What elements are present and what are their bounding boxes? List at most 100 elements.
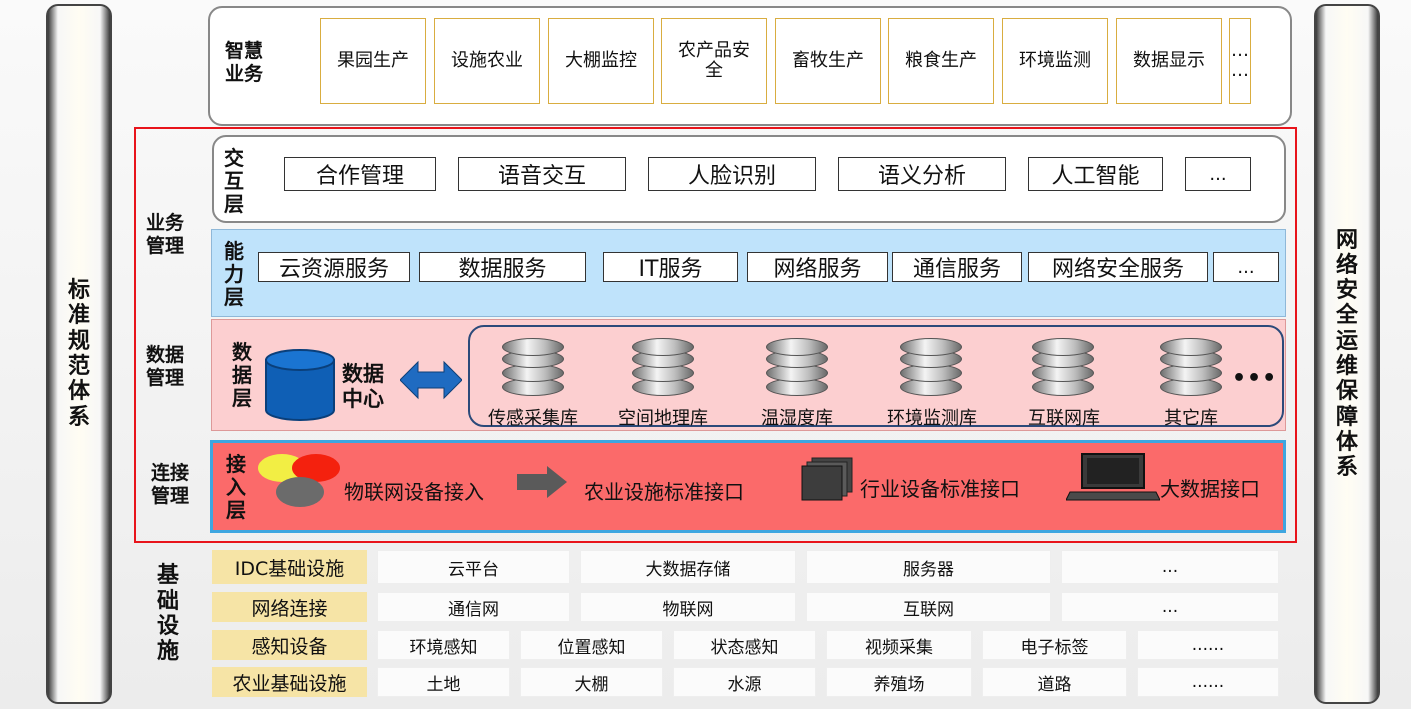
pillar-char: 障 (1335, 404, 1358, 430)
pillar-char: 全 (1335, 303, 1358, 329)
infra-cell: ... (1061, 550, 1279, 584)
database-label: 其它库 (1164, 408, 1218, 429)
pillar-char: 安 (1335, 278, 1358, 304)
pillar-char: 网 (1335, 227, 1358, 253)
label-char: 能 (224, 238, 244, 263)
capability-item-label: 网络安全服务 (1051, 257, 1184, 282)
infra-row-label: 网络连接 (212, 592, 367, 622)
label-char: 层 (226, 497, 246, 522)
capability-item: 数据服务 (419, 252, 586, 282)
interaction-item-label: 合作管理 (315, 164, 404, 189)
database-icon (766, 338, 828, 398)
smart-item-label: 畜牧生产 (792, 50, 864, 72)
pillar-char: 系 (1335, 455, 1358, 481)
label-char: 数 (232, 339, 252, 364)
interaction-item: 人脸识别 (648, 157, 816, 191)
network-security-ops-pillar: 网 络 安 全 运 维 保 障 体 系 (1314, 4, 1380, 704)
label-char: 基 (156, 563, 179, 589)
data-center-label: 数据 中心 (336, 362, 390, 412)
smart-item: 设施农业 (434, 18, 540, 104)
label-char: 接 (226, 451, 246, 476)
capability-item-label: IT服务 (638, 257, 703, 282)
label-char: 力 (224, 261, 244, 286)
smart-business-label: 智慧 业务 (218, 40, 270, 86)
smart-item: 畜牧生产 (775, 18, 881, 104)
infra-cell: 大数据存储 (580, 550, 796, 584)
infra-row-label: IDC基础设施 (212, 550, 367, 584)
infra-cell: 视频采集 (826, 630, 972, 660)
database-label: 温湿度库 (761, 408, 833, 429)
infra-cell: 云平台 (377, 550, 570, 584)
capability-item: 网络服务 (747, 252, 888, 282)
infra-cell: ... (1061, 592, 1279, 622)
smart-item: 农产品安全 (661, 18, 767, 104)
capability-item-label: ... (1237, 256, 1255, 278)
interaction-item: 合作管理 (284, 157, 436, 191)
infrastructure-label: 基 础 设 施 (150, 558, 186, 670)
label-char: 交 (224, 145, 244, 170)
laptop-icon (1066, 453, 1160, 501)
capability-item: 网络安全服务 (1028, 252, 1208, 282)
label-char: 施 (156, 639, 179, 665)
right-arrow-icon (517, 466, 567, 498)
interaction-item: 人工智能 (1028, 157, 1163, 191)
pillar-char: 规 (67, 328, 90, 354)
database-label: 传感采集库 (488, 408, 578, 429)
infra-cell: 环境感知 (377, 630, 510, 660)
label-line: 数据 (342, 362, 384, 386)
pillar-char: 标 (67, 278, 90, 304)
smart-item: 果园生产 (320, 18, 426, 104)
infra-cell: 状态感知 (673, 630, 816, 660)
infra-row-label: 感知设备 (212, 630, 367, 660)
database-icon (1160, 338, 1222, 398)
pillar-char: 保 (1335, 379, 1358, 405)
label-char: 入 (226, 474, 246, 499)
label-char: 层 (224, 191, 244, 216)
database-label: 互联网库 (1028, 408, 1100, 429)
interaction-item: 语音交互 (458, 157, 626, 191)
label-char: 设 (156, 614, 179, 639)
infra-cell: 通信网 (377, 592, 570, 622)
capability-item: 通信服务 (892, 252, 1022, 282)
smart-item: 环境监测 (1002, 18, 1108, 104)
infra-cell: 养殖场 (826, 667, 972, 697)
infra-row-label: 农业基础设施 (212, 667, 367, 697)
label-line: 智慧 (224, 40, 263, 62)
access-item-label: 大数据接口 (1160, 477, 1260, 501)
interaction-item-label: 人工智能 (1051, 164, 1140, 189)
more-mark: … (1231, 40, 1249, 62)
capability-item-more: ... (1213, 252, 1279, 282)
capability-item-label: 数据服务 (458, 257, 547, 282)
infra-cell: ...... (1137, 630, 1279, 660)
capability-item: IT服务 (603, 252, 738, 282)
label-char: 互 (224, 168, 244, 193)
capability-item-label: 通信服务 (912, 257, 1001, 282)
pillar-char: 运 (1335, 328, 1358, 354)
iot-devices-icon (258, 454, 340, 507)
label-line: 业务 (224, 62, 263, 85)
label-char: 础 (156, 588, 179, 614)
smart-item-label: 设施农业 (451, 50, 523, 72)
label-char: 据 (232, 362, 252, 387)
label-char: 层 (232, 385, 252, 410)
database-more: ••• (1232, 366, 1278, 391)
database-label: 空间地理库 (618, 408, 708, 429)
pillar-char: 系 (67, 404, 90, 430)
smart-item-label: 环境监测 (1019, 50, 1091, 72)
smart-item: 粮食生产 (888, 18, 994, 104)
pillar-char: 体 (1335, 429, 1358, 455)
label-char: 层 (224, 284, 244, 309)
infra-cell: 道路 (982, 667, 1127, 697)
smart-item-label: 农产品安全 (678, 40, 750, 81)
double-arrow-icon (400, 360, 462, 400)
label-line: 中心 (342, 387, 384, 412)
access-layer-label: 接 入 层 (222, 448, 250, 526)
data-layer-label: 数 据 层 (228, 336, 256, 414)
access-item-label: 行业设备标准接口 (860, 477, 1020, 501)
standards-system-pillar: 标 准 规 范 体 系 (46, 4, 112, 704)
infra-cell: 土地 (377, 667, 510, 697)
interaction-item-label: ... (1209, 163, 1227, 185)
database-icon (900, 338, 962, 398)
database-label: 环境监测库 (887, 408, 977, 429)
pillar-char: 准 (67, 303, 90, 329)
